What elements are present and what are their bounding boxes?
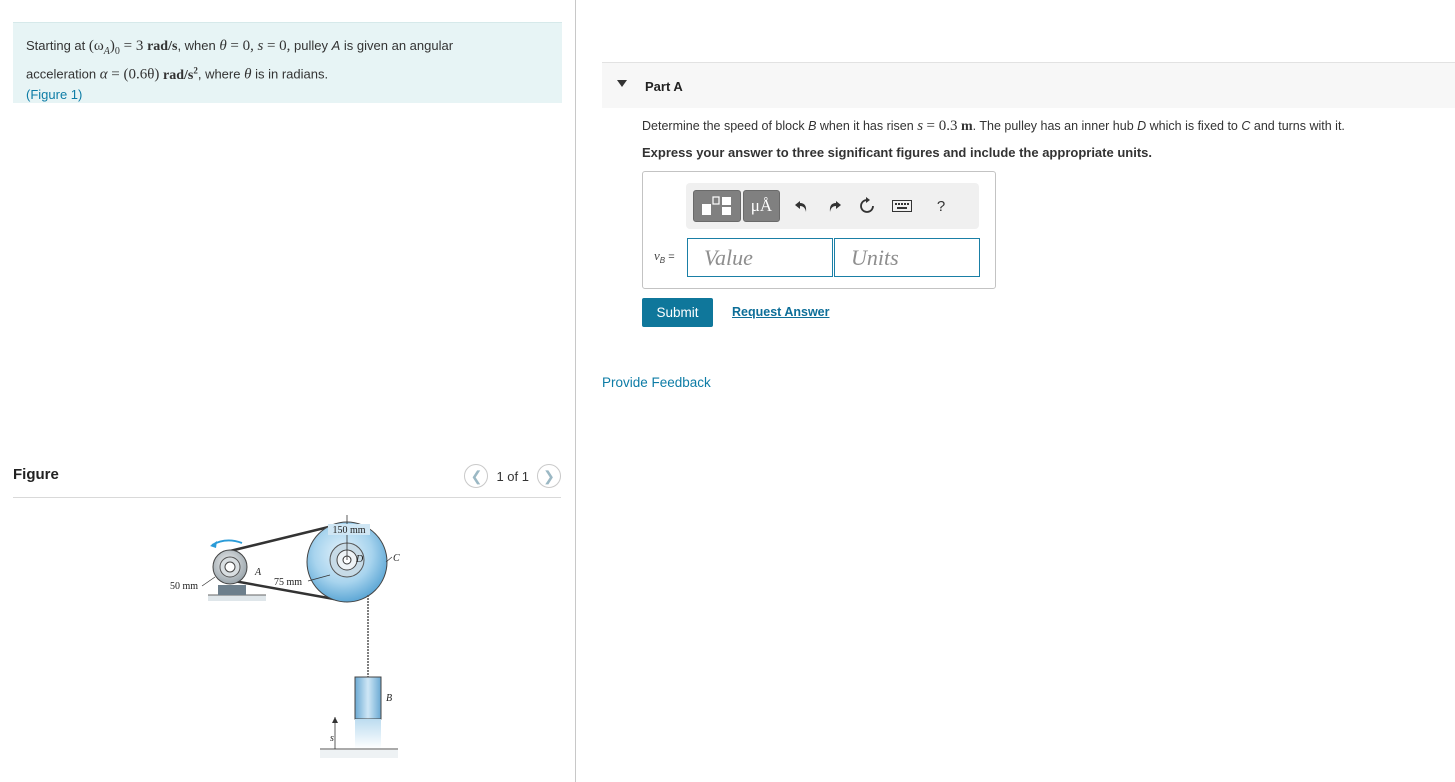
- block-b: [354, 676, 382, 720]
- pager-text: 1 of 1: [496, 468, 529, 484]
- chevron-left-icon: ❮: [470, 467, 483, 484]
- problem-line-2: acceleration α = (0.6θ) rad/s2, where θ …: [26, 65, 329, 83]
- templates-icon: [702, 196, 731, 215]
- figure-link[interactable]: (Figure 1): [26, 87, 82, 102]
- motor-base: [218, 585, 246, 595]
- units-button[interactable]: μÅ: [743, 190, 780, 222]
- dim-50-label: 50 mm: [170, 581, 198, 592]
- problem-line-1: Starting at (ωA)0 = 3 rad/s, when θ = 0,…: [26, 38, 454, 57]
- keyboard-icon: [892, 200, 912, 212]
- variable-label: vB =: [654, 248, 675, 266]
- label-c: C: [393, 553, 400, 564]
- label-s: s: [330, 733, 334, 744]
- submit-button[interactable]: Submit: [642, 298, 713, 327]
- dim-75-label: 75 mm: [274, 577, 302, 588]
- pulley-figure: 150 mm D C A 75 mm 50 mm B s: [160, 505, 420, 770]
- caret-down-icon: [617, 80, 627, 87]
- undo-button[interactable]: [790, 193, 814, 219]
- help-button[interactable]: ?: [929, 193, 953, 219]
- units-input[interactable]: Units: [834, 238, 980, 277]
- value-input[interactable]: Value: [687, 238, 833, 277]
- part-a-title: Part A: [645, 79, 683, 94]
- pulley-diagram: 150 mm D C A 75 mm 50 mm B s: [170, 515, 400, 758]
- left-panel: Starting at (ωA)0 = 3 rad/s, when θ = 0,…: [0, 0, 575, 782]
- redo-icon: [829, 201, 841, 212]
- question-text: Determine the speed of block B when it h…: [642, 118, 1345, 134]
- reset-icon: [860, 197, 874, 213]
- label-b: B: [386, 693, 392, 704]
- prev-figure-button[interactable]: ❮: [464, 464, 489, 488]
- part-a-header[interactable]: Part A: [602, 62, 1455, 108]
- ground-motor: [208, 595, 266, 601]
- provide-feedback-link[interactable]: Provide Feedback: [602, 375, 711, 390]
- reset-button[interactable]: [855, 193, 879, 219]
- dim-150-label: 150 mm: [332, 525, 365, 536]
- right-panel: Part A Determine the speed of block B wh…: [576, 0, 1455, 782]
- label-d: D: [355, 554, 364, 565]
- templates-button[interactable]: [693, 190, 741, 222]
- keyboard-button[interactable]: [891, 193, 913, 219]
- figure-title: Figure: [13, 466, 59, 483]
- figure-pager: ❮ 1 of 1 ❯: [464, 464, 561, 488]
- undo-icon: [795, 201, 807, 212]
- instruction-text: Express your answer to three significant…: [642, 145, 1152, 160]
- request-answer-link[interactable]: Request Answer: [732, 305, 829, 319]
- redo-button[interactable]: [822, 193, 846, 219]
- answer-box: μÅ ? vB = Value Units: [642, 171, 996, 289]
- label-a: A: [254, 567, 262, 578]
- problem-statement: Starting at (ωA)0 = 3 rad/s, when θ = 0,…: [13, 22, 562, 103]
- math-toolbar: μÅ ?: [686, 183, 979, 229]
- figure-header: Figure ❮ 1 of 1 ❯: [13, 462, 561, 498]
- chevron-right-icon: ❯: [543, 467, 555, 484]
- next-figure-button[interactable]: ❯: [537, 464, 561, 488]
